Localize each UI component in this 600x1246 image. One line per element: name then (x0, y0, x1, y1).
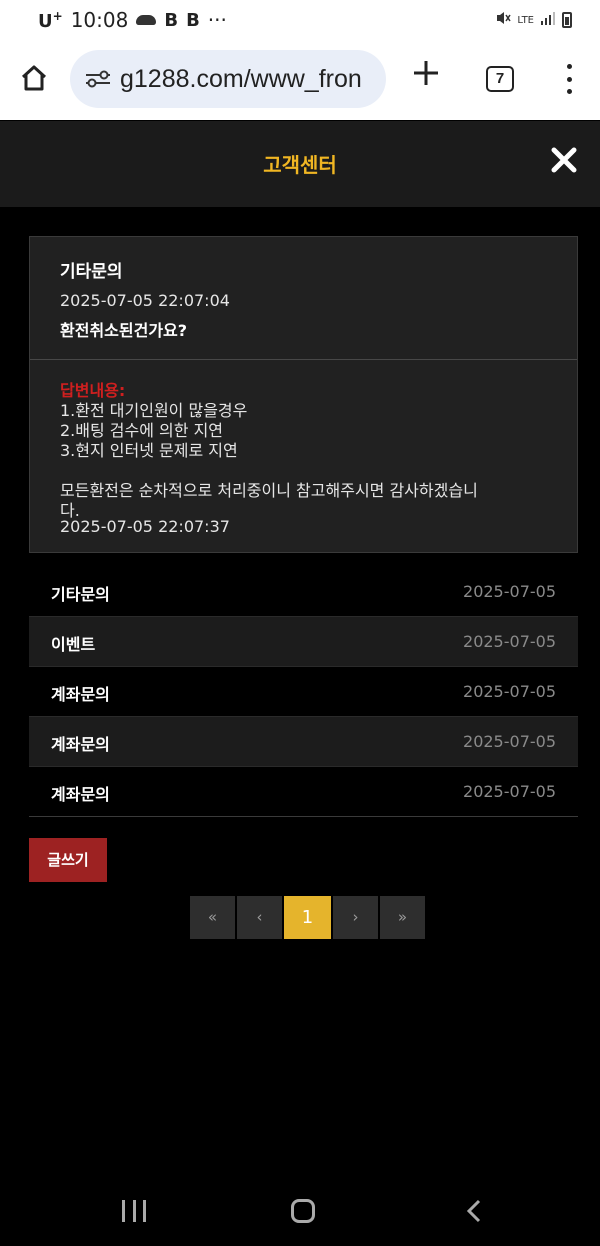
list-item[interactable]: 계좌문의 2025-07-05 (29, 667, 578, 717)
answer-label: 답변내용: (60, 381, 126, 400)
answer-body: 1.환전 대기인원이 많을경우 2.배팅 검수에 의한 지연 3.현지 인터넷 … (60, 401, 560, 521)
write-button[interactable]: 글쓰기 (29, 838, 107, 882)
b-icon: B (164, 9, 179, 31)
tab-switcher-button[interactable]: 7 (486, 66, 514, 92)
url-text[interactable]: g1288.com/www_fron (120, 65, 382, 94)
browser-toolbar: g1288.com/www_fron 7 (0, 40, 600, 120)
home-button[interactable] (14, 58, 54, 98)
page-title: 고객센터 (263, 153, 337, 177)
answer-date: 2025-07-05 22:07:37 (60, 517, 230, 536)
list-item-category: 이벤트 (51, 635, 96, 654)
page-header: 고객센터 (0, 121, 600, 207)
status-bar: U+ 10:08 B B ··· LTE (0, 0, 600, 40)
inquiry-list: 기타문의 2025-07-05 이벤트 2025-07-05 계좌문의 2025… (29, 567, 578, 817)
inquiry-date: 2025-07-05 22:07:04 (60, 291, 230, 310)
list-item-category: 계좌문의 (51, 785, 110, 804)
current-page-button[interactable]: 1 (284, 896, 331, 939)
home-nav-icon[interactable] (291, 1199, 315, 1223)
answer-line: 2.배팅 검수에 의한 지연 (60, 421, 224, 440)
system-nav-bar (0, 1170, 600, 1246)
list-item-date: 2025-07-05 (463, 732, 556, 751)
cloud-icon (136, 15, 157, 25)
list-item-category: 계좌문의 (51, 735, 110, 754)
list-item-date: 2025-07-05 (463, 782, 556, 801)
address-bar[interactable]: g1288.com/www_fron (70, 50, 386, 108)
answer-line (60, 461, 560, 481)
network-label: LTE (517, 14, 534, 26)
list-item-category: 계좌문의 (51, 685, 110, 704)
first-page-button[interactable]: « (190, 896, 235, 939)
inquiry-detail: 기타문의 2025-07-05 22:07:04 환전취소된건가요? 답변내용:… (29, 236, 578, 553)
plus-icon (414, 61, 438, 85)
list-item[interactable]: 이벤트 2025-07-05 (29, 617, 578, 667)
inquiry-question: 기타문의 2025-07-05 22:07:04 환전취소된건가요? (30, 237, 577, 360)
clock: 10:08 (70, 8, 129, 32)
prev-page-button[interactable]: ‹ (237, 896, 282, 939)
carrier-label: U+ (38, 8, 63, 32)
new-tab-button[interactable] (408, 58, 444, 98)
list-item-date: 2025-07-05 (463, 682, 556, 701)
battery-icon (562, 12, 572, 28)
answer-line: 1.환전 대기인원이 많을경우 (60, 401, 248, 420)
site-settings-icon[interactable] (84, 69, 112, 89)
list-item-category: 기타문의 (51, 585, 110, 604)
next-page-button[interactable]: › (333, 896, 378, 939)
back-icon[interactable] (464, 1198, 484, 1224)
list-item[interactable]: 기타문의 2025-07-05 (29, 567, 578, 617)
home-icon (21, 65, 47, 91)
answer-line: 3.현지 인터넷 문제로 지연 (60, 441, 238, 460)
inquiry-category: 기타문의 (60, 262, 123, 282)
last-page-button[interactable]: » (380, 896, 425, 939)
pagination: « ‹ 1 › » (190, 896, 425, 939)
close-button[interactable] (550, 146, 578, 174)
answer-line: 모든환전은 순차적으로 처리중이니 참고해주시면 감사하겠습니 (60, 481, 478, 500)
list-item[interactable]: 계좌문의 2025-07-05 (29, 767, 578, 817)
signal-icon (540, 11, 556, 29)
list-item-date: 2025-07-05 (463, 632, 556, 651)
inquiry-question-text: 환전취소된건가요? (60, 321, 188, 340)
close-icon (551, 147, 577, 173)
more-dots-icon: ··· (207, 8, 227, 32)
browser-menu-button[interactable] (556, 64, 582, 94)
mute-icon (495, 10, 511, 30)
list-item[interactable]: 계좌문의 2025-07-05 (29, 717, 578, 767)
list-item-date: 2025-07-05 (463, 582, 556, 601)
recent-apps-icon[interactable] (122, 1200, 146, 1222)
b-icon: B (186, 9, 200, 31)
